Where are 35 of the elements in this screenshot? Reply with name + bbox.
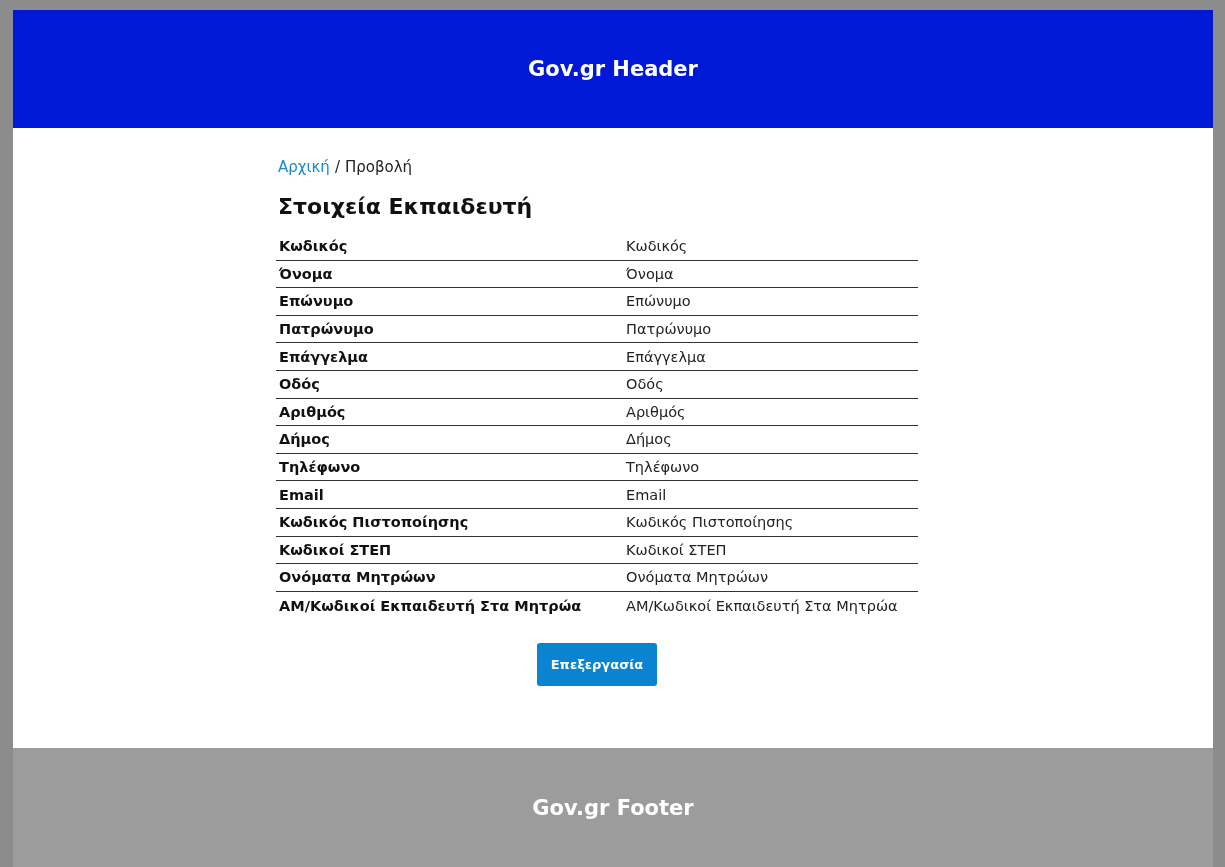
field-label: Πατρώνυμο: [278, 321, 375, 338]
field-value: Πατρώνυμο: [626, 321, 712, 338]
field-label: Ονόματα Μητρώων: [278, 569, 437, 586]
field-label: Κωδικός Πιστοποίησης: [278, 514, 470, 531]
field-value: ΑΜ/Κωδικοί Εκπαιδευτή Στα Μητρώα: [626, 597, 898, 614]
field-value: Αριθμός: [626, 403, 686, 420]
footer-title: Gov.gr Footer: [532, 795, 694, 820]
field-label: Όνομα: [278, 265, 334, 282]
field-label: Κωδικοί ΣΤΕΠ: [278, 541, 393, 558]
field-value: Κωδικός: [626, 238, 688, 255]
field-value: Email: [626, 486, 667, 503]
field-value: Ονόματα Μητρώων: [626, 569, 769, 586]
field-value: Τηλέφωνο: [626, 459, 700, 476]
field-label: Επώνυμο: [278, 293, 355, 310]
field-label: Κωδικός: [278, 238, 349, 255]
breadcrumb-separator: /: [334, 158, 340, 176]
field-value: Επώνυμο: [626, 293, 691, 310]
header-title: Gov.gr Header: [528, 57, 698, 81]
field-label: Αριθμός: [278, 403, 347, 420]
field-value: Οδός: [626, 376, 664, 393]
breadcrumb-current: Προβολή: [344, 158, 413, 176]
page-heading: Στοιχεία Εκπαιδευτή: [278, 194, 534, 219]
field-label: Επάγγελμα: [278, 348, 369, 365]
field-value: Όνομα: [626, 265, 674, 282]
breadcrumb-link[interactable]: Αρχική: [278, 158, 330, 176]
field-value: Επάγγελμα: [626, 348, 706, 365]
edit-button[interactable]: Επεξεργασία: [536, 643, 658, 687]
field-label: Email: [278, 486, 325, 503]
field-value: Δήμος: [626, 431, 672, 448]
field-label: Δήμος: [278, 431, 331, 448]
field-value: Κωδικοί ΣΤΕΠ: [626, 541, 727, 558]
field-label: Τηλέφωνο: [278, 459, 362, 476]
field-value: Κωδικός Πιστοποίησης: [626, 514, 794, 531]
field-label: ΑΜ/Κωδικοί Εκπαιδευτή Στα Μητρώα: [278, 597, 583, 614]
field-label: Οδός: [278, 376, 321, 393]
